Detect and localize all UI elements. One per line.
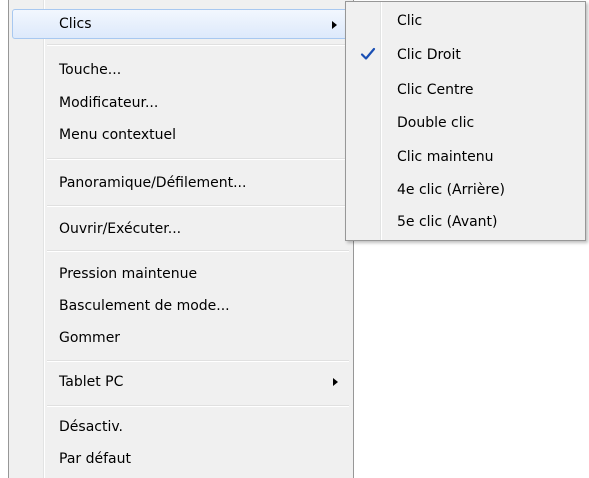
menu-item-label: Touche... — [59, 62, 122, 78]
submenu-item-label: 4e clic (Arrière) — [397, 182, 505, 198]
menu-separator — [47, 158, 349, 160]
menu-item-desactiv[interactable]: Désactiv. — [12, 412, 350, 442]
menu-item-basculement-de-mode[interactable]: Basculement de mode... — [12, 291, 350, 321]
checkmark-icon — [360, 47, 376, 60]
submenu-item-label: 5e clic (Avant) — [397, 214, 498, 230]
submenu-item-clic[interactable]: Clic — [348, 5, 583, 38]
menu-separator — [47, 44, 349, 46]
menu-item-ouvrir-executer[interactable]: Ouvrir/Exécuter... — [12, 214, 350, 244]
menu-separator — [47, 250, 349, 252]
menu-item-label: Gommer — [59, 330, 121, 346]
submenu-item-label: Clic maintenu — [397, 149, 494, 165]
menu-item-label: Clics — [59, 16, 92, 32]
menu-item-clics[interactable]: Clics — [12, 9, 350, 39]
submenu-item-label: Clic — [397, 13, 423, 29]
submenu-item-4e-clic[interactable]: 4e clic (Arrière) — [348, 174, 583, 207]
menu-item-gommer[interactable]: Gommer — [12, 323, 350, 353]
submenu-item-clic-centre[interactable]: Clic Centre — [348, 74, 583, 107]
clics-submenu: Clic Clic Droit Clic Centre Double clic … — [345, 1, 586, 241]
context-menu: Clics Touche... Modificateur... Menu con… — [8, 0, 354, 478]
menu-item-touche[interactable]: Touche... — [12, 55, 350, 85]
submenu-item-label: Clic Centre — [397, 82, 474, 98]
menu-item-pression-maintenue[interactable]: Pression maintenue — [12, 259, 350, 289]
menu-item-label: Tablet PC — [59, 374, 124, 390]
menu-item-panoramique[interactable]: Panoramique/Défilement... — [12, 168, 350, 198]
submenu-item-double-clic[interactable]: Double clic — [348, 107, 583, 140]
menu-item-label: Menu contextuel — [59, 127, 177, 143]
submenu-arrow-icon — [333, 378, 338, 386]
menu-item-modificateur[interactable]: Modificateur... — [12, 88, 350, 118]
submenu-arrow-icon — [332, 21, 337, 29]
menu-item-label: Désactiv. — [59, 419, 123, 435]
menu-separator — [47, 360, 349, 362]
menu-item-label: Pression maintenue — [59, 266, 198, 282]
menu-item-label: Basculement de mode... — [59, 298, 230, 314]
menu-separator — [47, 405, 349, 407]
menu-item-tablet-pc[interactable]: Tablet PC — [12, 367, 350, 397]
menu-item-label: Par défaut — [59, 451, 131, 467]
menu-item-label: Ouvrir/Exécuter... — [59, 221, 182, 237]
submenu-item-label: Clic Droit — [397, 47, 461, 63]
menu-separator — [47, 205, 349, 207]
submenu-item-5e-clic[interactable]: 5e clic (Avant) — [348, 206, 583, 239]
menu-item-label: Modificateur... — [59, 95, 159, 111]
menu-item-menu-contextuel[interactable]: Menu contextuel — [12, 120, 350, 150]
submenu-item-clic-maintenu[interactable]: Clic maintenu — [348, 141, 583, 174]
submenu-item-label: Double clic — [397, 115, 475, 131]
menu-item-label: Panoramique/Défilement... — [59, 175, 247, 191]
menu-item-par-defaut[interactable]: Par défaut — [12, 444, 350, 474]
submenu-item-clic-droit[interactable]: Clic Droit — [348, 39, 583, 72]
